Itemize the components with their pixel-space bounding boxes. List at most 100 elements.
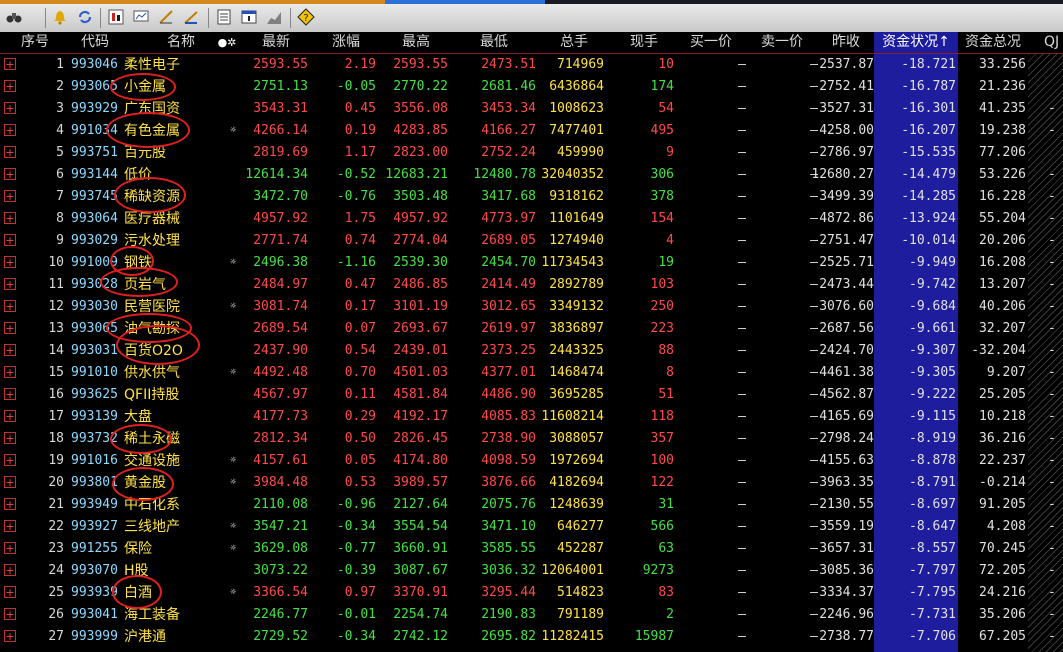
- notes-icon[interactable]: [214, 7, 234, 27]
- table-row[interactable]: +11 993028 页岩气 2484.97 0.47 2486.85 2414.49 289…: [0, 274, 1063, 296]
- table-row[interactable]: +22 993927 三线地产 ☼ 3547.21 -0.34 3554.54 3471.10…: [0, 516, 1063, 538]
- table-row[interactable]: +27 993999 沪港通 2729.52 -0.34 2742.12 2695.82 11…: [0, 626, 1063, 648]
- alert-window-icon[interactable]: [239, 7, 259, 27]
- expand-plus-icon[interactable]: +: [4, 234, 16, 246]
- header-ask[interactable]: 卖一价: [755, 32, 809, 53]
- expand-plus-icon[interactable]: +: [4, 498, 16, 510]
- row-code: 993064: [71, 211, 118, 226]
- header-high[interactable]: 最高: [396, 32, 436, 53]
- row-bid: —: [738, 431, 746, 446]
- row-prev-close: 12680.27: [811, 167, 874, 182]
- header-bid[interactable]: 买一价: [684, 32, 738, 53]
- expand-plus-icon[interactable]: +: [4, 476, 16, 488]
- table-row[interactable]: +20 993801 黄金股 ☼ 3984.48 0.53 3989.57 3876.66 41…: [0, 472, 1063, 494]
- trend-chart-icon[interactable]: [264, 7, 284, 27]
- table-row[interactable]: +8 993064 医疗器械 4957.92 1.75 4957.92 4773.97 110…: [0, 208, 1063, 230]
- expand-plus-icon[interactable]: +: [4, 432, 16, 444]
- expand-plus-icon[interactable]: +: [4, 344, 16, 356]
- table-row[interactable]: +17 993139 大盘 4177.73 0.29 4192.17 4085.83 1160…: [0, 406, 1063, 428]
- table-row[interactable]: +13 993065 油气勘探 2689.54 0.07 2693.67 2619.97 38…: [0, 318, 1063, 340]
- table-row[interactable]: +2 993065 小金属 2751.13 -0.05 2770.22 2681.46 643…: [0, 76, 1063, 98]
- expand-plus-icon[interactable]: +: [4, 102, 16, 114]
- table-row[interactable]: +21 993949 中石化系 2110.08 -0.96 2127.64 2075.76 1…: [0, 494, 1063, 516]
- sync-icon[interactable]: [75, 7, 95, 27]
- expand-plus-icon[interactable]: +: [4, 322, 16, 334]
- table-row[interactable]: +1 993046 柔性电子 2593.55 2.19 2593.55 2473.51 714…: [0, 54, 1063, 76]
- header-low[interactable]: 最低: [474, 32, 514, 53]
- table-row[interactable]: +10 991009 钢铁 ☼ 2496.38 -1.16 2539.30 2454.70 11…: [0, 252, 1063, 274]
- header-prev-close[interactable]: 昨收: [826, 32, 866, 53]
- row-change: 0.07: [344, 321, 376, 336]
- table-row[interactable]: +3 993929 广东国资 3543.31 0.45 3556.08 3453.34 100…: [0, 98, 1063, 120]
- expand-plus-icon[interactable]: +: [4, 608, 16, 620]
- expand-plus-icon[interactable]: +: [4, 630, 16, 642]
- expand-plus-icon[interactable]: +: [4, 300, 16, 312]
- expand-plus-icon[interactable]: +: [4, 542, 16, 554]
- header-name[interactable]: 名称: [158, 32, 204, 53]
- chart-candle-icon[interactable]: [106, 7, 126, 27]
- expand-plus-icon[interactable]: +: [4, 190, 16, 202]
- expand-plus-icon[interactable]: +: [4, 256, 16, 268]
- table-row[interactable]: +26 993041 海工装备 2246.77 -0.01 2254.74 2190.83 7…: [0, 604, 1063, 626]
- row-name: 医疗器械: [124, 211, 180, 227]
- row-high: 2439.01: [393, 343, 448, 358]
- header-qj[interactable]: QJ: [1044, 32, 1063, 53]
- expand-plus-icon[interactable]: +: [4, 366, 16, 378]
- row-last: 3073.22: [253, 563, 308, 578]
- expand-plus-icon[interactable]: +: [4, 278, 16, 290]
- header-code[interactable]: 代码: [72, 32, 118, 53]
- help-diamond-icon[interactable]: ?: [296, 7, 316, 27]
- header-last[interactable]: 最新: [256, 32, 296, 53]
- table-row[interactable]: +6 993144 低价 12614.34 -0.52 12683.21 12480.78 3…: [0, 164, 1063, 186]
- fibonacci-icon[interactable]: [181, 7, 201, 27]
- table-row[interactable]: +19 991016 交通设施 ☼ 4157.61 0.05 4174.80 4098.59 1…: [0, 450, 1063, 472]
- table-row[interactable]: +15 991010 供水供气 ☼ 4492.48 0.70 4501.03 4377.01 1…: [0, 362, 1063, 384]
- row-last: 3081.74: [253, 299, 308, 314]
- row-index: 27: [48, 629, 64, 644]
- expand-plus-icon[interactable]: +: [4, 212, 16, 224]
- expand-plus-icon[interactable]: +: [4, 146, 16, 158]
- table-row[interactable]: +7 993745 稀缺资源 3472.70 -0.76 3503.48 3417.68 93…: [0, 186, 1063, 208]
- header-fund-total[interactable]: 资金总况: [958, 32, 1028, 53]
- expand-plus-icon[interactable]: +: [4, 586, 16, 598]
- row-low: 3876.66: [481, 475, 536, 490]
- expand-plus-icon[interactable]: +: [4, 168, 16, 180]
- expand-plus-icon[interactable]: +: [4, 388, 16, 400]
- table-row[interactable]: +24 993070 H股 3073.22 -0.39 3087.67 3036.32 120…: [0, 560, 1063, 582]
- expand-plus-icon[interactable]: +: [4, 410, 16, 422]
- alarm-bell-icon[interactable]: [50, 7, 70, 27]
- header-mark[interactable]: ●✲: [212, 32, 242, 53]
- row-mark: [224, 230, 242, 252]
- table-row[interactable]: +12 993030 民营医院 ☼ 3081.74 0.17 3101.19 3012.65 3…: [0, 296, 1063, 318]
- table-row[interactable]: +25 993939 白酒 ☼ 3366.54 0.97 3370.91 3295.44 514…: [0, 582, 1063, 604]
- table-row[interactable]: +14 993031 百货O2O 2437.90 0.54 2439.01 2373.25 2…: [0, 340, 1063, 362]
- table-row[interactable]: +23 991255 保险 ☼ 3629.08 -0.77 3660.91 3585.55 45…: [0, 538, 1063, 560]
- header-current-volume[interactable]: 现手: [624, 32, 664, 53]
- table-row[interactable]: +18 993732 稀土永磁 2812.34 0.50 2826.45 2738.90 30…: [0, 428, 1063, 450]
- expand-plus-icon[interactable]: +: [4, 520, 16, 532]
- header-change[interactable]: 涨幅: [326, 32, 366, 53]
- row-low: 4377.01: [481, 365, 536, 380]
- header-fund-status[interactable]: 资金状况↑: [874, 32, 958, 53]
- expand-plus-icon[interactable]: +: [4, 564, 16, 576]
- row-last: 2496.38: [253, 255, 308, 270]
- table-row[interactable]: +4 991034 有色金属 ☼ 4266.14 0.19 4283.85 4166.27 74…: [0, 120, 1063, 142]
- row-code: 991016: [71, 453, 118, 468]
- table-row[interactable]: +16 993625 QFII持股 4567.97 0.11 4581.84 4486.90…: [0, 384, 1063, 406]
- expand-plus-icon[interactable]: +: [4, 454, 16, 466]
- row-name: 污水处理: [124, 233, 180, 249]
- row-fund-status: -9.661: [909, 321, 956, 336]
- binoculars-icon[interactable]: [4, 7, 24, 27]
- row-index: 25: [48, 585, 64, 600]
- header-index[interactable]: 序号: [18, 32, 52, 53]
- row-fund-total: 72.205: [979, 563, 1026, 578]
- expand-plus-icon[interactable]: +: [4, 58, 16, 70]
- row-mark: [224, 54, 242, 76]
- header-volume[interactable]: 总手: [554, 32, 594, 53]
- expand-plus-icon[interactable]: +: [4, 80, 16, 92]
- table-row[interactable]: +5 993751 百元股 2819.69 1.17 2823.00 2752.24 4599…: [0, 142, 1063, 164]
- line-tool-icon[interactable]: [156, 7, 176, 27]
- monitor-icon[interactable]: [131, 7, 151, 27]
- table-row[interactable]: +9 993029 污水处理 2771.74 0.74 2774.04 2689.05 127…: [0, 230, 1063, 252]
- expand-plus-icon[interactable]: +: [4, 124, 16, 136]
